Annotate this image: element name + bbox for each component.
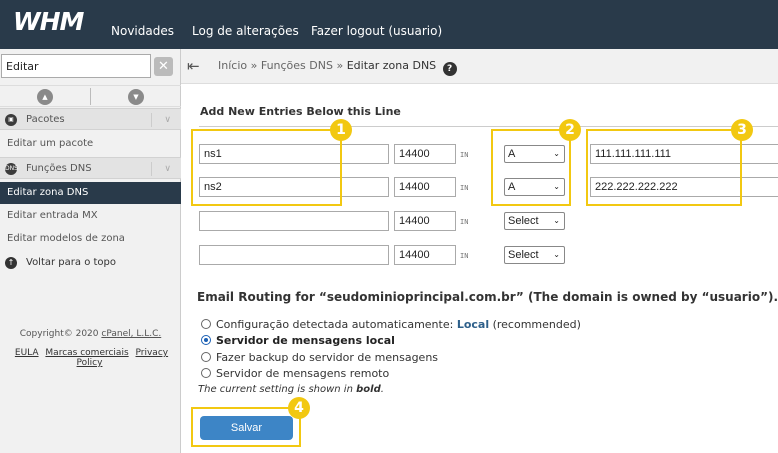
divider: [151, 113, 152, 127]
detected-value: Local: [456, 318, 490, 331]
note-text: The current setting is shown in: [198, 384, 357, 395]
collapse-controls: ▲ ▼: [0, 85, 181, 107]
breadcrumb-bar: ⇤ Início » Funções DNS » Editar zona DNS…: [181, 49, 778, 84]
breadcrumb-current: Editar zona DNS: [346, 59, 437, 72]
record-ttl-input[interactable]: [394, 211, 456, 231]
divider: [199, 126, 778, 127]
callout-badge-3: 3: [731, 119, 753, 141]
sidebar: ✕ ▲ ▼ ▣ Pacotes ∨ Editar um pacote DNS F…: [0, 49, 181, 453]
dns-icon: DNS: [5, 163, 18, 175]
record-type-value: Select: [508, 215, 539, 227]
option-label: Configuração detectada automaticamente:: [216, 318, 454, 331]
sidebar-item-label: Editar modelos de zona: [7, 233, 125, 244]
sidebar-item-editar-modelos[interactable]: Editar modelos de zona: [0, 228, 181, 250]
sidebar-item-label: Funções DNS: [26, 163, 92, 174]
option-label: Fazer backup do servidor de mensagens: [216, 351, 439, 364]
callout-badge-1: 1: [330, 119, 352, 141]
top-bar: WHM Novidades Log de alterações Fazer lo…: [0, 0, 778, 49]
option-label: Servidor de mensagens local: [216, 334, 395, 347]
record-ttl-input[interactable]: [394, 245, 456, 265]
eula-link[interactable]: EULA: [15, 348, 39, 358]
radio-option-backup[interactable]: Fazer backup do servidor de mensagens: [201, 351, 438, 364]
sidebar-item-label: Pacotes: [26, 114, 65, 125]
trademarks-link[interactable]: Marcas comerciais: [45, 348, 128, 358]
highlight-box-3: [586, 129, 742, 206]
back-to-top-link[interactable]: ↑ Voltar para o topo: [0, 252, 181, 274]
divider: [151, 162, 152, 176]
breadcrumb-dns[interactable]: Funções DNS: [261, 59, 333, 72]
current-setting-note: The current setting is shown in bold.: [198, 384, 384, 395]
radio-button[interactable]: [201, 319, 211, 329]
record-ttl-input[interactable]: [394, 177, 456, 197]
chevron-down-icon: ⌄: [553, 250, 560, 259]
breadcrumb-separator: »: [336, 59, 344, 72]
radio-button-checked[interactable]: [201, 335, 211, 345]
callout-badge-2: 2: [559, 119, 581, 141]
chevron-down-icon[interactable]: ∨: [164, 158, 171, 180]
radio-button[interactable]: [201, 368, 211, 378]
record-type-select[interactable]: Select ⌄: [504, 212, 565, 230]
email-routing-title: Email Routing for “seudominioprincipal.c…: [197, 290, 778, 304]
footer-links: EULA Marcas comerciais Privacy Policy: [0, 348, 181, 368]
sidebar-category-pacotes[interactable]: ▣ Pacotes ∨: [0, 108, 181, 130]
nav-changelog[interactable]: Log de alterações: [192, 24, 299, 38]
highlight-box-1: [191, 129, 342, 206]
option-label: Servidor de mensagens remoto: [216, 367, 390, 380]
collapse-all-icon[interactable]: ▼: [128, 89, 144, 105]
option-suffix: (recommended): [492, 318, 581, 331]
sidebar-item-editar-zona-dns[interactable]: Editar zona DNS: [0, 182, 181, 204]
nav-novidades[interactable]: Novidades: [111, 24, 174, 38]
callout-badge-4: 4: [288, 397, 310, 419]
help-icon[interactable]: ?: [442, 62, 457, 76]
record-name-input[interactable]: [199, 211, 389, 231]
record-ttl-input[interactable]: [394, 144, 456, 164]
sidebar-search-input[interactable]: [1, 54, 151, 78]
copyright: Copyright© 2020 cPanel, L.L.C.: [0, 329, 181, 339]
sidebar-item-label: Editar um pacote: [7, 138, 94, 149]
record-name-input[interactable]: [199, 245, 389, 265]
clear-search-icon[interactable]: ✕: [154, 57, 173, 76]
breadcrumb-home[interactable]: Início: [218, 59, 247, 72]
record-class-label: IN: [460, 252, 469, 260]
divider: [90, 88, 91, 105]
radio-option-auto[interactable]: Configuração detectada automaticamente: …: [201, 318, 581, 331]
back-to-top-label: Voltar para o topo: [26, 257, 116, 268]
cpanel-link[interactable]: cPanel, L.L.C.: [101, 329, 161, 339]
radio-option-local[interactable]: Servidor de mensagens local: [201, 334, 395, 347]
record-type-select[interactable]: Select ⌄: [504, 246, 565, 264]
box-icon: ▣: [5, 114, 17, 126]
toggle-sidebar-icon[interactable]: ⇤: [187, 57, 200, 75]
expand-all-icon[interactable]: ▲: [37, 89, 53, 105]
record-class-label: IN: [460, 151, 469, 159]
nav-logout[interactable]: Fazer logout (usuario): [311, 24, 442, 38]
sidebar-category-dns[interactable]: DNS Funções DNS ∨: [0, 157, 181, 179]
note-bold: bold: [356, 384, 381, 395]
record-class-label: IN: [460, 184, 469, 192]
breadcrumb-separator: »: [250, 59, 258, 72]
breadcrumb: Início » Funções DNS » Editar zona DNS ?: [218, 59, 457, 76]
record-class-label: IN: [460, 218, 469, 226]
section-title: Add New Entries Below this Line: [200, 105, 401, 118]
sidebar-item-editar-mx[interactable]: Editar entrada MX: [0, 205, 181, 227]
copyright-text: Copyright© 2020: [19, 329, 99, 339]
record-type-value: Select: [508, 249, 539, 261]
whm-logo[interactable]: WHM: [13, 7, 84, 36]
highlight-box-2: [491, 129, 571, 206]
sidebar-item-label: Editar zona DNS: [7, 187, 89, 198]
note-suffix: .: [380, 384, 384, 395]
highlight-box-4: [191, 407, 301, 447]
chevron-down-icon[interactable]: ∨: [164, 109, 171, 131]
sidebar-item-label: Editar entrada MX: [7, 210, 98, 221]
chevron-down-icon: ⌄: [553, 216, 560, 225]
sidebar-item-editar-pacote[interactable]: Editar um pacote: [0, 133, 181, 155]
radio-option-remote[interactable]: Servidor de mensagens remoto: [201, 367, 389, 380]
radio-button[interactable]: [201, 352, 211, 362]
arrow-up-icon: ↑: [5, 257, 17, 269]
